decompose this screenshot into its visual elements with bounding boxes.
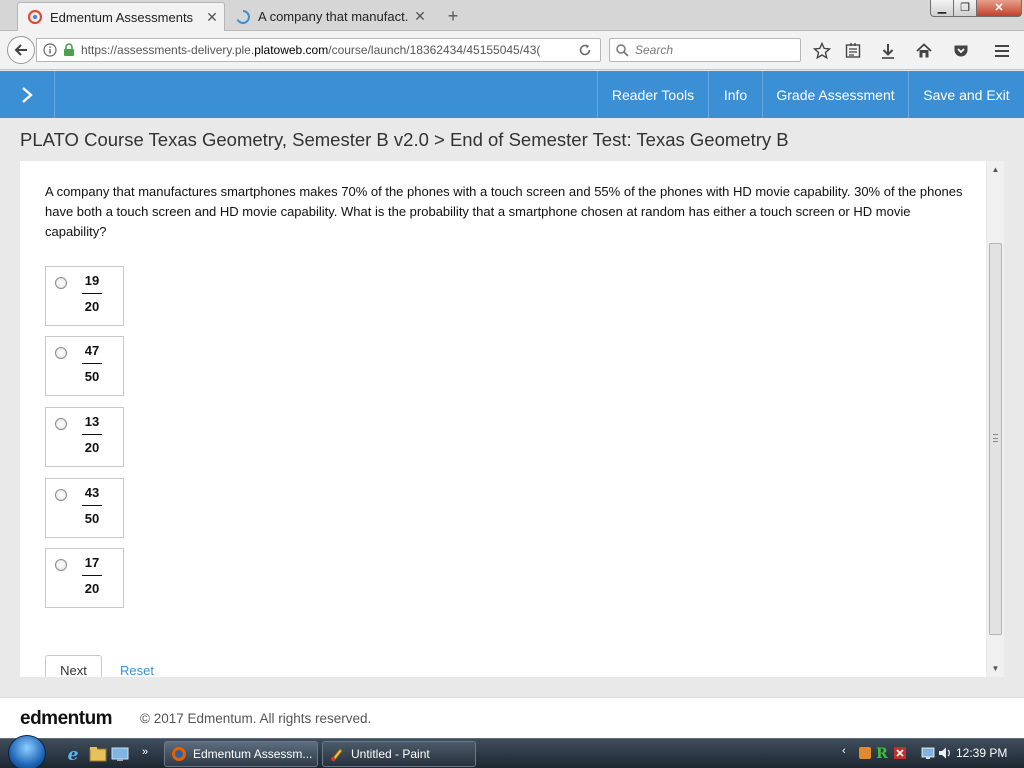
numerator: 43 bbox=[82, 485, 102, 506]
numerator: 13 bbox=[82, 414, 102, 435]
tab-close-icon[interactable]: ✕ bbox=[200, 9, 224, 26]
paint-icon bbox=[329, 746, 345, 762]
edmentum-icon bbox=[27, 9, 43, 25]
reader-tools-link[interactable]: Reader Tools bbox=[597, 71, 708, 118]
show-desktop-icon[interactable] bbox=[110, 744, 130, 764]
tab-title: Edmentum Assessments bbox=[50, 9, 194, 25]
reset-link[interactable]: Reset bbox=[120, 663, 154, 677]
denominator: 50 bbox=[84, 511, 100, 526]
info-link[interactable]: Info bbox=[708, 71, 762, 118]
action-center-icon[interactable] bbox=[920, 745, 936, 763]
hamburger-menu-icon[interactable] bbox=[991, 40, 1013, 62]
pocket-icon[interactable] bbox=[950, 40, 972, 62]
tray-app-icon[interactable] bbox=[858, 745, 872, 763]
page-title: PLATO Course Texas Geometry, Semester B … bbox=[20, 129, 789, 150]
system-clock: 12:39 PM bbox=[956, 746, 1008, 760]
taskbar-item-label: Edmentum Assessm... bbox=[193, 747, 313, 761]
back-arrow-icon bbox=[14, 44, 27, 56]
browser-tab-edmentum[interactable]: Edmentum Assessments ✕ bbox=[17, 2, 225, 31]
answer-choice-a[interactable]: 19 20 bbox=[45, 266, 124, 326]
firefox-icon bbox=[171, 746, 187, 762]
back-button[interactable] bbox=[7, 36, 35, 64]
url-suffix: /course/launch/18362434/45155045/43( bbox=[328, 43, 541, 57]
taskbar-item-firefox[interactable]: Edmentum Assessm... bbox=[164, 741, 318, 767]
question-panel: A company that manufactures smartphones … bbox=[20, 161, 986, 677]
start-button[interactable] bbox=[8, 735, 46, 768]
save-and-exit-link[interactable]: Save and Exit bbox=[908, 71, 1024, 118]
denominator: 20 bbox=[84, 440, 100, 455]
answer-choice-d[interactable]: 43 50 bbox=[45, 478, 124, 538]
chevron-right-icon bbox=[22, 86, 33, 103]
question-text: A company that manufactures smartphones … bbox=[45, 184, 963, 239]
search-placeholder: Search bbox=[635, 43, 674, 57]
window-maximize-button[interactable]: ❐ bbox=[953, 0, 977, 17]
browser-nav-bar: https://assessments-delivery.ple.platowe… bbox=[0, 31, 1024, 70]
numerator: 47 bbox=[82, 343, 102, 364]
tab-title: A company that manufact... bbox=[258, 9, 408, 24]
next-button[interactable]: Next bbox=[45, 655, 102, 677]
radio-button[interactable] bbox=[55, 559, 67, 571]
taskbar-item-label: Untitled - Paint bbox=[351, 747, 430, 761]
fraction: 43 50 bbox=[82, 485, 102, 526]
denominator: 20 bbox=[84, 299, 100, 314]
numerator: 19 bbox=[82, 273, 102, 294]
home-icon[interactable] bbox=[913, 40, 935, 62]
new-tab-button[interactable]: + bbox=[440, 3, 466, 29]
search-input[interactable]: Search bbox=[609, 38, 801, 62]
reload-icon[interactable] bbox=[578, 43, 592, 60]
page-footer: edmentum © 2017 Edmentum. All rights res… bbox=[0, 697, 1024, 738]
internet-explorer-icon[interactable]: e bbox=[63, 744, 83, 765]
taskbar-item-paint[interactable]: Untitled - Paint bbox=[322, 741, 476, 767]
url-prefix: https://assessments-delivery.ple. bbox=[81, 43, 255, 57]
info-icon[interactable] bbox=[43, 43, 57, 57]
windows-taskbar: e » Edmentum Assessm... Untitled - Paint… bbox=[0, 735, 1024, 768]
browser-tab-strip: Edmentum Assessments ✕ A company that ma… bbox=[0, 0, 1024, 31]
reading-list-icon[interactable] bbox=[842, 40, 864, 62]
tray-r-icon[interactable]: R bbox=[876, 745, 888, 763]
radio-button[interactable] bbox=[55, 418, 67, 430]
browser-tab-question[interactable]: A company that manufact... ✕ bbox=[226, 2, 432, 31]
radio-button[interactable] bbox=[55, 489, 67, 501]
scrollbar-thumb[interactable] bbox=[989, 243, 1002, 635]
search-icon bbox=[616, 43, 629, 57]
lock-icon bbox=[63, 43, 75, 57]
loading-spinner-icon bbox=[236, 9, 250, 24]
answer-choice-e[interactable]: 17 20 bbox=[45, 548, 124, 608]
grip-icon bbox=[993, 434, 998, 442]
denominator: 20 bbox=[84, 581, 100, 596]
copyright-text: © 2017 Edmentum. All rights reserved. bbox=[140, 711, 372, 726]
tray-x-icon[interactable] bbox=[893, 745, 907, 763]
chevron-double-right-icon[interactable]: » bbox=[142, 746, 162, 766]
radio-button[interactable] bbox=[55, 347, 67, 359]
tray-expand-icon[interactable]: ‹ bbox=[842, 745, 846, 763]
denominator: 50 bbox=[84, 369, 100, 384]
url-domain: platoweb.com bbox=[254, 43, 329, 57]
url-text: https://assessments-delivery.ple.platowe… bbox=[81, 43, 541, 57]
radio-button[interactable] bbox=[55, 277, 67, 289]
tab-close-icon[interactable]: ✕ bbox=[408, 8, 432, 25]
window-close-button[interactable]: ✕ bbox=[976, 0, 1022, 17]
fraction: 19 20 bbox=[82, 273, 102, 314]
download-icon[interactable] bbox=[877, 40, 899, 62]
scroll-down-arrow-icon[interactable]: ▼ bbox=[987, 660, 1004, 677]
fraction: 13 20 bbox=[82, 414, 102, 455]
file-explorer-icon[interactable] bbox=[88, 744, 108, 764]
fraction: 47 50 bbox=[82, 343, 102, 384]
grade-assessment-link[interactable]: Grade Assessment bbox=[762, 71, 908, 118]
sidebar-toggle-button[interactable] bbox=[0, 71, 55, 118]
fraction: 17 20 bbox=[82, 555, 102, 596]
scroll-up-arrow-icon[interactable]: ▲ bbox=[987, 161, 1004, 178]
svg-text:e: e bbox=[68, 745, 79, 764]
edmentum-logo: edmentum bbox=[20, 708, 113, 729]
volume-icon[interactable] bbox=[937, 745, 953, 763]
answer-choice-c[interactable]: 13 20 bbox=[45, 407, 124, 467]
vertical-scrollbar[interactable]: ▲ ▼ bbox=[987, 161, 1004, 677]
bookmark-star-icon[interactable] bbox=[811, 40, 833, 62]
window-minimize-button[interactable]: ▁ bbox=[930, 0, 954, 17]
svg-text:R: R bbox=[876, 746, 888, 761]
numerator: 17 bbox=[82, 555, 102, 576]
address-bar[interactable]: https://assessments-delivery.ple.platowe… bbox=[36, 38, 601, 62]
answer-choice-b[interactable]: 47 50 bbox=[45, 336, 124, 396]
app-header: Reader Tools Info Grade Assessment Save … bbox=[0, 71, 1024, 118]
